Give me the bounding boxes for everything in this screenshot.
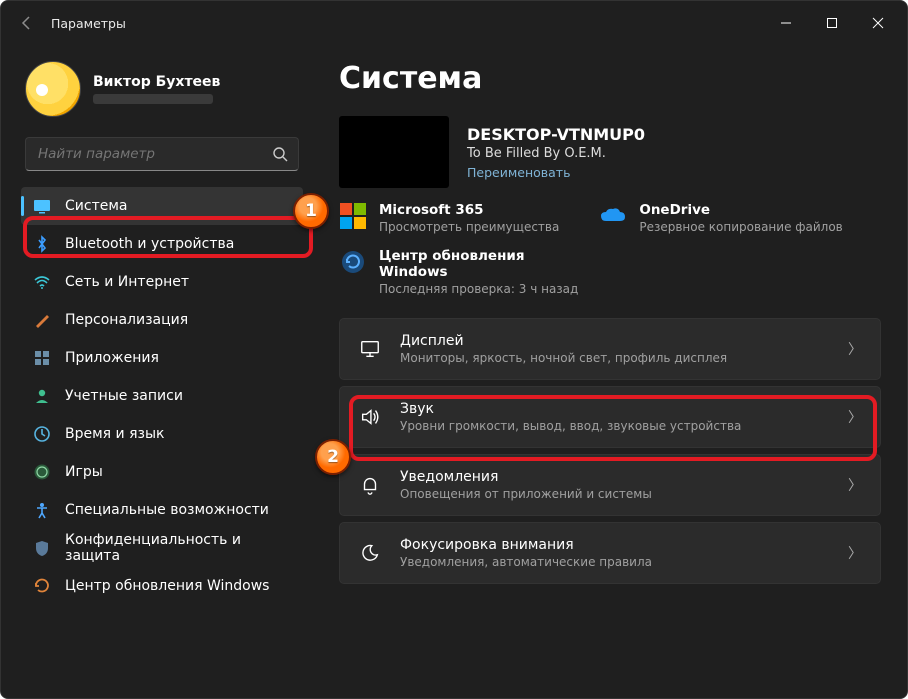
monitor-icon xyxy=(358,337,382,361)
setting-title: Звук xyxy=(400,401,830,417)
close-icon xyxy=(872,17,884,29)
sidebar-item-label: Сеть и Интернет xyxy=(65,274,189,290)
person-icon xyxy=(33,387,51,405)
info-cards: Microsoft 365 Просмотреть преимущества O… xyxy=(339,202,881,234)
search-box[interactable] xyxy=(25,137,299,171)
user-block[interactable]: Виктор Бухтеев xyxy=(25,61,299,117)
sidebar-item-update[interactable]: Центр обновления Windows xyxy=(21,567,303,605)
brush-icon xyxy=(33,311,51,329)
setting-notifications[interactable]: Уведомления Оповещения от приложений и с… xyxy=(339,454,881,516)
setting-display[interactable]: Дисплей Мониторы, яркость, ночной свет, … xyxy=(339,318,881,380)
sidebar: Виктор Бухтеев Система Bluetooth и устро… xyxy=(1,45,313,698)
chevron-right-icon: 〉 xyxy=(848,339,862,359)
minimize-icon xyxy=(780,17,792,29)
device-image xyxy=(339,116,449,188)
sidebar-item-gaming[interactable]: Игры xyxy=(21,453,303,491)
chevron-right-icon: 〉 xyxy=(848,543,862,563)
maximize-icon xyxy=(826,17,838,29)
chevron-right-icon: 〉 xyxy=(848,407,862,427)
card-title: OneDrive xyxy=(639,202,842,218)
gaming-icon xyxy=(33,463,51,481)
search-icon xyxy=(272,146,288,162)
setting-title: Уведомления xyxy=(400,469,830,485)
setting-sub: Уведомления, автоматические правила xyxy=(400,555,830,569)
update-card[interactable]: Центр обновления Windows Последняя прове… xyxy=(339,248,589,296)
setting-title: Дисплей xyxy=(400,333,830,349)
ms365-icon xyxy=(339,202,367,230)
sidebar-item-label: Приложения xyxy=(65,350,159,366)
sidebar-item-label: Bluetooth и устройства xyxy=(65,236,234,252)
moon-icon xyxy=(358,541,382,565)
sidebar-item-label: Время и язык xyxy=(65,426,164,442)
page-title: Система xyxy=(339,61,881,96)
sidebar-item-time[interactable]: Время и язык xyxy=(21,415,303,453)
apps-icon xyxy=(33,349,51,367)
sidebar-item-network[interactable]: Сеть и Интернет xyxy=(21,263,303,301)
setting-sub: Уровни громкости, вывод, ввод, звуковые … xyxy=(400,419,830,433)
card-title: Центр обновления Windows xyxy=(379,248,589,280)
ms365-card[interactable]: Microsoft 365 Просмотреть преимущества xyxy=(339,202,559,234)
window-controls xyxy=(763,7,901,39)
setting-title: Фокусировка внимания xyxy=(400,537,830,553)
wifi-icon xyxy=(33,273,51,291)
card-sub: Просмотреть преимущества xyxy=(379,220,559,234)
speaker-icon xyxy=(358,405,382,429)
chevron-right-icon: 〉 xyxy=(848,475,862,495)
sidebar-item-personalization[interactable]: Персонализация xyxy=(21,301,303,339)
sidebar-item-label: Система xyxy=(65,198,127,214)
card-title: Microsoft 365 xyxy=(379,202,559,218)
nav-list: Система Bluetooth и устройства Сеть и Ин… xyxy=(21,187,303,605)
sidebar-item-label: Игры xyxy=(65,464,103,480)
device-sub: To Be Filled By O.E.M. xyxy=(467,146,645,161)
device-name: DESKTOP-VTNMUP0 xyxy=(467,125,645,144)
back-button[interactable] xyxy=(7,3,47,43)
sidebar-item-system[interactable]: Система xyxy=(21,187,303,225)
user-email-redacted xyxy=(93,94,213,104)
rename-link[interactable]: Переименовать xyxy=(467,165,645,180)
setting-focus[interactable]: Фокусировка внимания Уведомления, автома… xyxy=(339,522,881,584)
display-icon xyxy=(33,197,51,215)
onedrive-icon xyxy=(599,202,627,230)
settings-list: Дисплей Мониторы, яркость, ночной свет, … xyxy=(339,318,881,584)
setting-sub: Оповещения от приложений и системы xyxy=(400,487,830,501)
card-sub: Последняя проверка: 3 ч назад xyxy=(379,282,589,296)
sidebar-item-label: Конфиденциальность и защита xyxy=(65,532,291,564)
arrow-left-icon xyxy=(19,15,35,31)
sidebar-item-label: Персонализация xyxy=(65,312,188,328)
maximize-button[interactable] xyxy=(809,7,855,39)
sidebar-item-label: Центр обновления Windows xyxy=(65,578,269,594)
sidebar-item-label: Учетные записи xyxy=(65,388,183,404)
bluetooth-icon xyxy=(33,235,51,253)
sidebar-item-label: Специальные возможности xyxy=(65,502,269,518)
sidebar-item-accessibility[interactable]: Специальные возможности xyxy=(21,491,303,529)
sidebar-item-accounts[interactable]: Учетные записи xyxy=(21,377,303,415)
sidebar-item-apps[interactable]: Приложения xyxy=(21,339,303,377)
update-status-icon xyxy=(339,248,367,276)
info-cards-2: Центр обновления Windows Последняя прове… xyxy=(339,248,881,296)
setting-sound[interactable]: Звук Уровни громкости, вывод, ввод, звук… xyxy=(339,386,881,448)
onedrive-card[interactable]: OneDrive Резервное копирование файлов xyxy=(599,202,842,234)
card-sub: Резервное копирование файлов xyxy=(639,220,842,234)
user-name: Виктор Бухтеев xyxy=(93,74,220,90)
search-input[interactable] xyxy=(36,145,272,163)
sidebar-item-bluetooth[interactable]: Bluetooth и устройства xyxy=(21,225,303,263)
minimize-button[interactable] xyxy=(763,7,809,39)
shield-icon xyxy=(33,539,51,557)
setting-sub: Мониторы, яркость, ночной свет, профиль … xyxy=(400,351,830,365)
device-hero: DESKTOP-VTNMUP0 To Be Filled By O.E.M. П… xyxy=(339,116,881,188)
avatar xyxy=(25,61,81,117)
titlebar: Параметры xyxy=(1,1,907,45)
window-title: Параметры xyxy=(51,16,126,31)
update-icon xyxy=(33,577,51,595)
main-pane: Система DESKTOP-VTNMUP0 To Be Filled By … xyxy=(313,45,907,698)
sidebar-item-privacy[interactable]: Конфиденциальность и защита xyxy=(21,529,303,567)
accessibility-icon xyxy=(33,501,51,519)
bell-icon xyxy=(358,473,382,497)
close-button[interactable] xyxy=(855,7,901,39)
settings-window: Параметры Виктор Бухтеев xyxy=(0,0,908,699)
clock-globe-icon xyxy=(33,425,51,443)
